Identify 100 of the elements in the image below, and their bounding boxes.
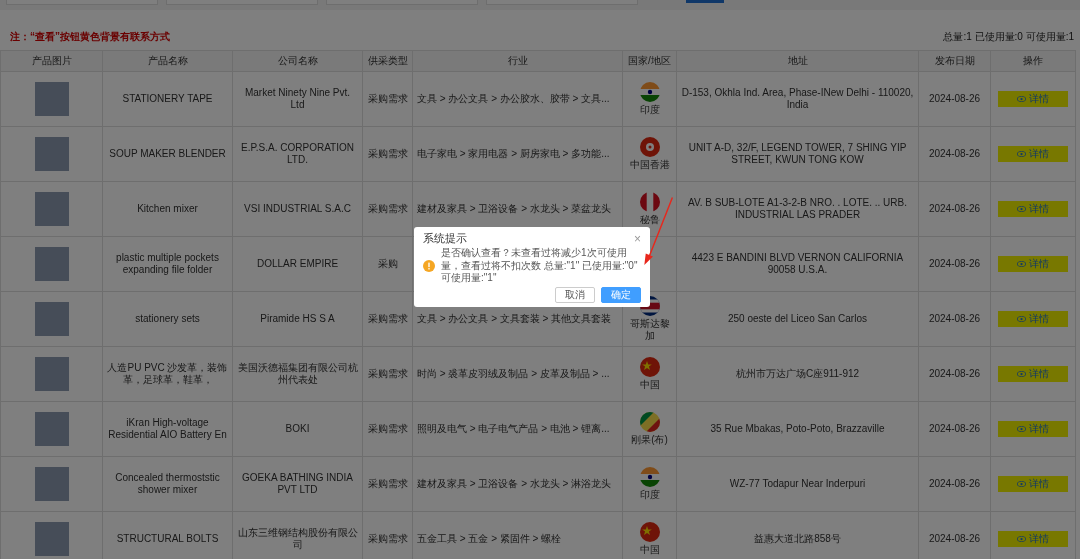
table-cell: iKran High-voltage Residential AIO Battery En — [103, 402, 233, 457]
table-cell: 采购需求 — [363, 127, 413, 182]
details-button[interactable]: 详情 — [998, 91, 1068, 107]
photo-placeholder — [34, 467, 69, 501]
details-button[interactable]: 详情 — [998, 201, 1068, 217]
confirm-button[interactable]: 确定 — [601, 286, 641, 303]
table-cell: 采购需求 — [363, 182, 413, 237]
details-button[interactable]: 详情 — [998, 311, 1068, 327]
table-cell: 采购需求 — [363, 347, 413, 402]
eye-icon — [1017, 481, 1026, 487]
table-cell: plastic multiple pockets expanding file folder — [103, 237, 233, 292]
search-button[interactable] — [686, 0, 724, 3]
table-cell: 建材及家具 > 卫浴设备 > 水龙头 > 淋浴龙头 — [413, 457, 623, 512]
table-cell: WZ-77 Todapur Near Inderpuri — [677, 457, 919, 512]
details-button[interactable]: 详情 — [998, 531, 1068, 547]
table-cell: 文具 > 办公文具 > 办公胶水、胶带 > 文具... — [413, 72, 623, 127]
country-name: 刚果(布) — [631, 434, 668, 446]
table-cell: VSI INDUSTRIAL S.A.C — [233, 182, 363, 237]
country-name: 哥斯达黎加 — [628, 318, 671, 342]
table-cell: 五金工具 > 五金 > 紧固件 > 螺栓 — [413, 512, 623, 559]
eye-icon — [1017, 536, 1026, 542]
column-header: 地址 — [677, 51, 919, 72]
table-cell: 采购需求 — [363, 292, 413, 347]
country-name: 中国 — [639, 379, 660, 391]
table-cell: E.P.S.A. CORPORATION LTD. — [233, 127, 363, 182]
table-cell: DOLLAR EMPIRE — [233, 237, 363, 292]
country-name: 中国 — [639, 544, 660, 556]
column-header: 国家/地区 — [623, 51, 677, 72]
photo-placeholder — [34, 412, 69, 446]
column-header: 产品名称 — [103, 51, 233, 72]
table-cell: 35 Rue Mbakas, Poto-Poto, Brazzaville — [677, 402, 919, 457]
table-cell: 时尚 > 裘革皮羽绒及制品 > 皮革及制品 > ... — [413, 347, 623, 402]
eye-icon — [1017, 206, 1026, 212]
table-cell: AV. B SUB-LOTE A1-3-2-B NRO. . LOTE. .. URB. INDUSTRIAL LAS PRADER — [677, 182, 919, 237]
country-name: 秘鲁 — [639, 214, 660, 226]
quota-summary: 总量:1 已使用量:0 可使用量:1 — [943, 30, 1074, 44]
flag-icon — [639, 467, 660, 487]
photo-placeholder — [34, 137, 69, 171]
column-header: 操作 — [991, 51, 1076, 72]
photo-placeholder — [34, 357, 69, 391]
column-header: 产品图片 — [1, 51, 103, 72]
table-cell: Concealed thermoststic shower mixer — [103, 457, 233, 512]
photo-placeholder — [34, 522, 69, 556]
table-cell: GOEKA BATHING INDIA PVT LTD — [233, 457, 363, 512]
table-cell: 采购需求 — [363, 72, 413, 127]
eye-icon — [1017, 371, 1026, 377]
flag-icon — [639, 357, 660, 377]
flag-icon — [639, 192, 660, 212]
cancel-button[interactable]: 取消 — [555, 286, 595, 303]
table-cell: 250 oeste del Liceo San Carlos — [677, 292, 919, 347]
details-button[interactable]: 详情 — [998, 476, 1068, 492]
table-cell: 2024-08-26 — [919, 292, 991, 347]
eye-icon — [1017, 426, 1026, 432]
column-header: 行业 — [413, 51, 623, 72]
photo-placeholder — [34, 192, 69, 226]
table-cell: Piramide HS S A — [233, 292, 363, 347]
country-name: 印度 — [639, 489, 660, 501]
photo-placeholder — [34, 82, 69, 116]
table-cell: 2024-08-26 — [919, 182, 991, 237]
table-cell: 采购需求 — [363, 512, 413, 559]
table-cell: 采购需求 — [363, 402, 413, 457]
table-cell: Market Ninety Nine Pvt. Ltd — [233, 72, 363, 127]
eye-icon — [1017, 96, 1026, 102]
table-cell: 2024-08-26 — [919, 127, 991, 182]
table-cell: 照明及电气 > 电子电气产品 > 电池 > 锂离... — [413, 402, 623, 457]
eye-icon — [1017, 151, 1026, 157]
table-cell: 美国沃德福集团有限公司杭州代表处 — [233, 347, 363, 402]
flag-icon — [639, 82, 660, 102]
dialog-message: 是否确认查看？未查看过将减少1次可使用量，查看过将不扣次数 总量:"1" 已使用量:"0" 可使用量:"1" — [441, 247, 639, 285]
table-cell: STRUCTURAL BOLTS — [103, 512, 233, 559]
details-button[interactable]: 详情 — [998, 421, 1068, 437]
table-cell: 2024-08-26 — [919, 457, 991, 512]
flag-icon — [639, 137, 660, 157]
flag-icon — [639, 412, 660, 432]
table-cell: 2024-08-26 — [919, 72, 991, 127]
details-button[interactable]: 详情 — [998, 366, 1068, 382]
photo-placeholder — [34, 302, 69, 336]
flag-icon — [639, 522, 660, 542]
table-cell: Kitchen mixer — [103, 182, 233, 237]
table-cell: 电子家电 > 家用电器 > 厨房家电 > 多功能... — [413, 127, 623, 182]
table-cell: 采购需求 — [363, 457, 413, 512]
table-cell: SOUP MAKER BLENDER — [103, 127, 233, 182]
table-cell: 益惠大道北路858号 — [677, 512, 919, 559]
column-header: 公司名称 — [233, 51, 363, 72]
eye-icon — [1017, 316, 1026, 322]
country-name: 中国香港 — [629, 159, 670, 171]
column-header: 供采类型 — [363, 51, 413, 72]
close-button[interactable]: × — [634, 232, 641, 245]
table-cell: 杭州市万达广场C座911-912 — [677, 347, 919, 402]
table-cell: 2024-08-26 — [919, 512, 991, 559]
eye-icon — [1017, 261, 1026, 267]
table-cell: 4423 E BANDINI BLVD VERNON CALIFORNIA 90058 U.S.A. — [677, 237, 919, 292]
details-button[interactable]: 详情 — [998, 256, 1068, 272]
table-cell: 2024-08-26 — [919, 402, 991, 457]
table-cell: D-153, Okhla Ind. Area, Phase-INew Delhi - 110020, India — [677, 72, 919, 127]
details-button[interactable]: 详情 — [998, 146, 1068, 162]
photo-placeholder — [34, 247, 69, 281]
country-name: 印度 — [639, 104, 660, 116]
table-cell: BOKI — [233, 402, 363, 457]
table-cell: UNIT A-D, 32/F, LEGEND TOWER, 7 SHING YIP STREET, KWUN TONG KOW — [677, 127, 919, 182]
